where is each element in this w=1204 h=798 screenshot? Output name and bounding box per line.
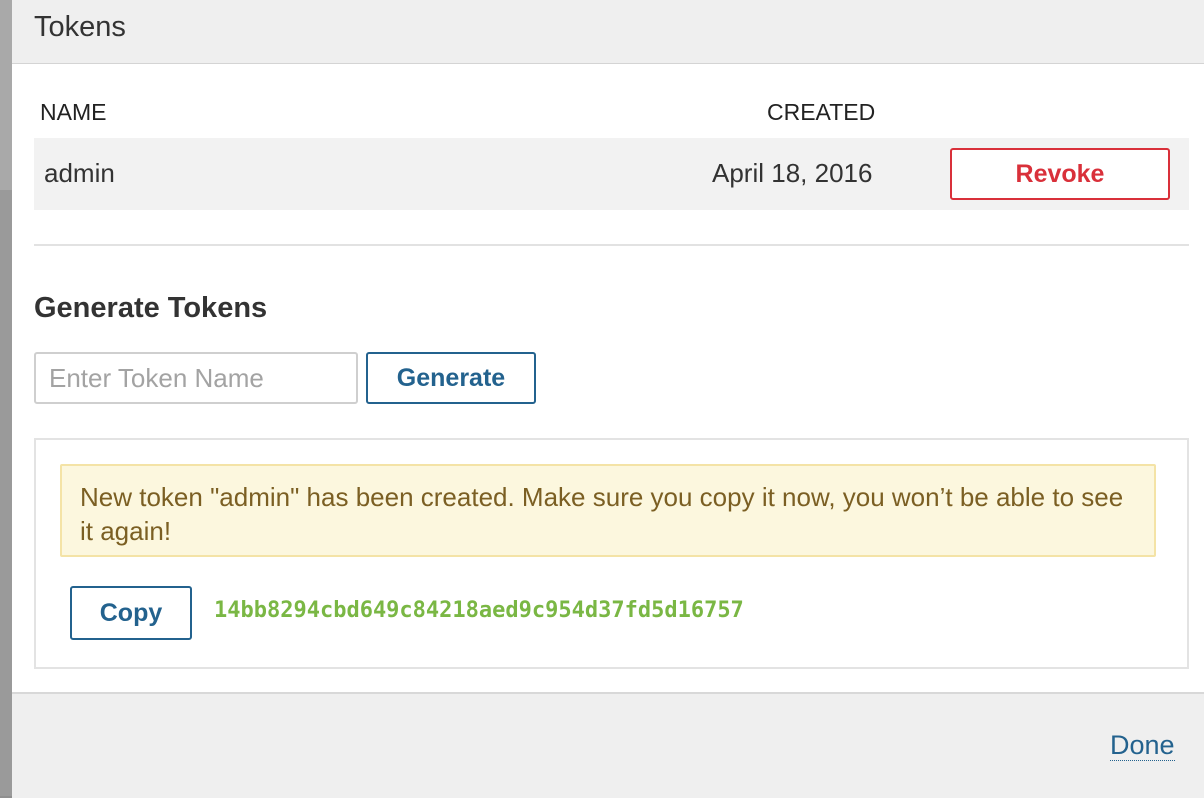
column-header-name: NAME xyxy=(40,99,107,125)
token-value[interactable]: 14bb8294cbd649c84218aed9c954d37fd5d16757 xyxy=(214,598,744,623)
done-link[interactable]: Done xyxy=(1110,730,1175,761)
modal-backdrop[interactable] xyxy=(0,0,12,796)
backdrop-page-edge xyxy=(0,190,12,796)
new-token-panel: New token "admin" has been created. Make… xyxy=(34,438,1189,669)
modal-header: Tokens xyxy=(12,0,1204,64)
token-created-cell: April 18, 2016 xyxy=(712,158,873,188)
modal-footer: Done xyxy=(12,692,1204,798)
warning-alert: New token "admin" has been created. Make… xyxy=(60,464,1156,557)
tokens-modal: Tokens NAME CREATED admin April 18, 2016… xyxy=(12,0,1204,798)
copy-button[interactable]: Copy xyxy=(70,586,192,640)
revoke-button[interactable]: Revoke xyxy=(950,148,1170,200)
column-header-created: CREATED xyxy=(767,99,876,125)
generate-tokens-title: Generate Tokens xyxy=(34,292,268,324)
section-divider xyxy=(34,244,1189,246)
generate-button[interactable]: Generate xyxy=(366,352,536,404)
token-name-input[interactable] xyxy=(34,352,358,404)
token-name-cell: admin xyxy=(44,158,115,188)
modal-title: Tokens xyxy=(34,11,126,43)
table-row: admin April 18, 2016 Revoke xyxy=(34,138,1189,210)
